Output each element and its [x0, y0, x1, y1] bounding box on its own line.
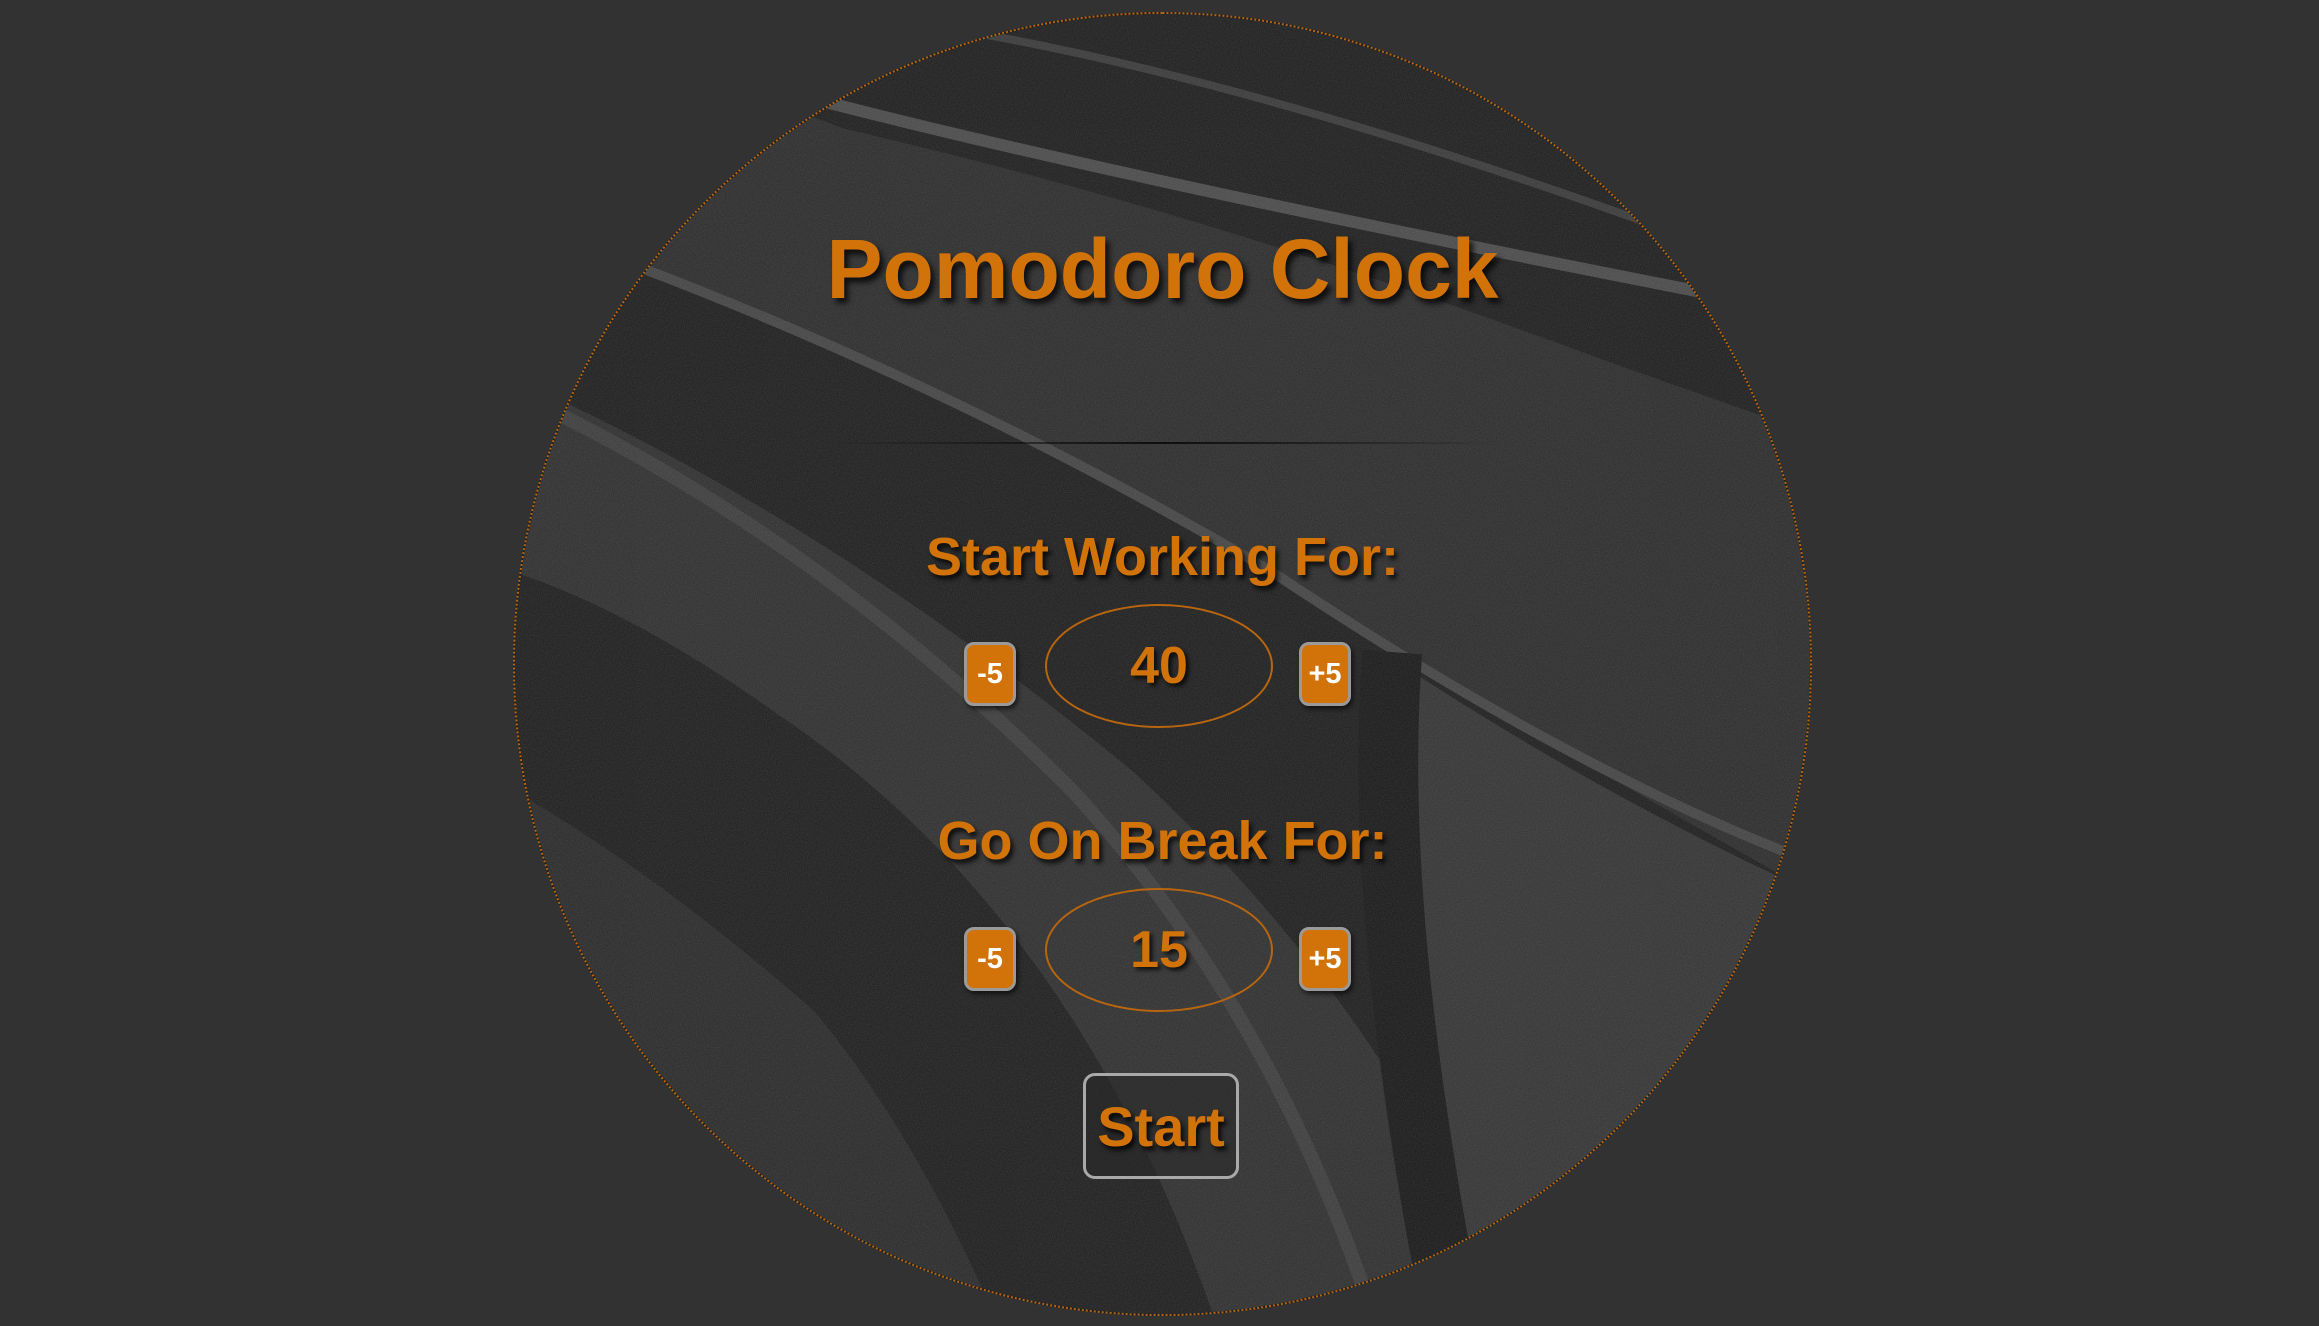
break-increment-button[interactable]: +5	[1299, 927, 1351, 991]
break-decrement-button[interactable]: -5	[964, 927, 1016, 991]
work-duration-value: 40	[1045, 604, 1273, 728]
title-divider	[823, 442, 1503, 444]
page: Pomodoro Clock Start Working For: -5 40 …	[0, 0, 2319, 1326]
work-duration-label: Start Working For:	[925, 527, 1399, 587]
pomodoro-panel: Pomodoro Clock Start Working For: -5 40 …	[513, 12, 1812, 1316]
work-increment-button[interactable]: +5	[1299, 642, 1351, 706]
start-button[interactable]: Start	[1083, 1073, 1239, 1179]
break-duration-value: 15	[1045, 888, 1273, 1012]
page-title: Pomodoro Clock	[826, 222, 1499, 316]
break-duration-label: Go On Break For:	[937, 811, 1388, 871]
work-decrement-button[interactable]: -5	[964, 642, 1016, 706]
